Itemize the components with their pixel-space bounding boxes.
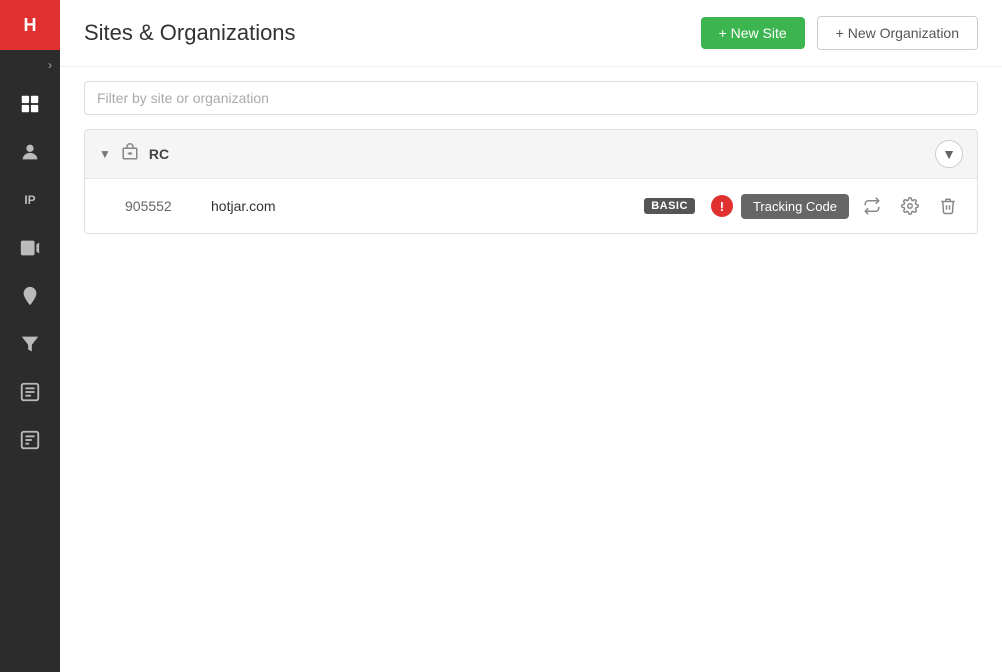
site-id: 905552 — [125, 198, 195, 214]
organization-icon — [121, 143, 139, 166]
sidebar-item-reports[interactable] — [0, 416, 60, 464]
site-row: 905552 hotjar.com BASIC ! Tracking Code — [85, 178, 977, 233]
main-content: Sites & Organizations + New Site + New O… — [60, 0, 1002, 672]
plan-badge: BASIC — [644, 198, 695, 214]
organization-name: RC — [149, 146, 169, 162]
organization-header: ▼ RC ▼ — [85, 130, 977, 178]
collapse-chevron-icon[interactable]: ▼ — [99, 147, 111, 161]
organizations-list: ▼ RC ▼ 905552 — [60, 129, 1002, 672]
sidebar: H › IP — [0, 0, 60, 672]
org-header-left: ▼ RC — [99, 143, 925, 166]
filter-input[interactable] — [84, 81, 978, 115]
page-header: Sites & Organizations + New Site + New O… — [60, 0, 1002, 67]
organization-options-button[interactable]: ▼ — [935, 140, 963, 168]
sidebar-item-dashboard[interactable] — [0, 80, 60, 128]
org-header-right: ▼ — [935, 140, 963, 168]
sidebar-item-users[interactable] — [0, 128, 60, 176]
settings-icon[interactable] — [895, 191, 925, 221]
filter-bar — [60, 67, 1002, 129]
sidebar-item-recordings[interactable] — [0, 224, 60, 272]
sidebar-item-ip[interactable]: IP — [0, 176, 60, 224]
warning-icon: ! — [711, 195, 733, 217]
delete-icon[interactable] — [933, 191, 963, 221]
new-site-button[interactable]: + New Site — [701, 17, 805, 49]
sidebar-toggle[interactable]: › — [0, 50, 60, 80]
page-title: Sites & Organizations — [84, 20, 689, 46]
sidebar-item-forms[interactable] — [0, 368, 60, 416]
sidebar-item-heatmaps[interactable] — [0, 272, 60, 320]
sidebar-item-funnels[interactable] — [0, 320, 60, 368]
transfer-icon[interactable] — [857, 191, 887, 221]
tracking-code-button[interactable]: Tracking Code — [741, 194, 849, 219]
sidebar-logo: H — [0, 0, 60, 50]
new-organization-button[interactable]: + New Organization — [817, 16, 978, 50]
site-actions: ! Tracking Code — [711, 191, 963, 221]
organization-block: ▼ RC ▼ 905552 — [84, 129, 978, 234]
site-domain: hotjar.com — [211, 198, 628, 214]
